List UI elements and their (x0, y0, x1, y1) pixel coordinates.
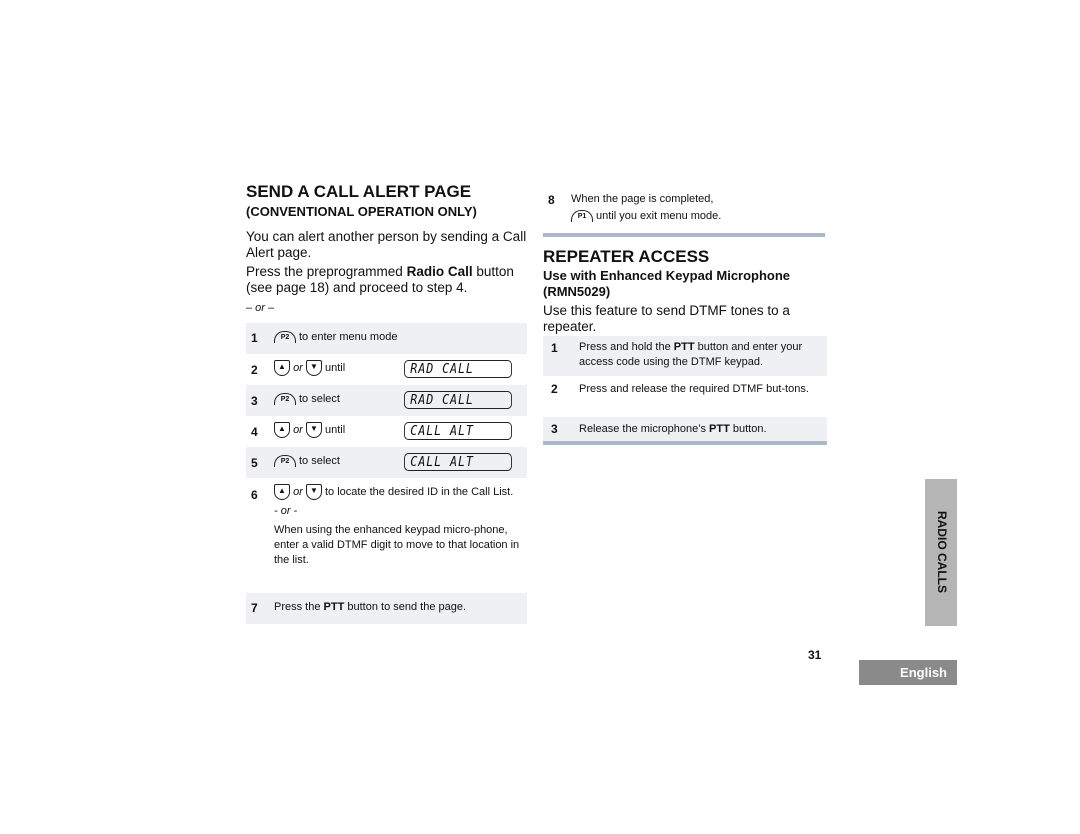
step-text: to locate the desired ID in the Call Lis… (324, 485, 514, 498)
step-text: When the page is completed, (571, 193, 714, 205)
step-row: 2 Press and release the required DTMF bu… (543, 376, 827, 416)
step-number: 8 (548, 193, 555, 207)
step-row: 5 P2 to select CALL ALT (246, 447, 527, 478)
step-number: 5 (251, 456, 258, 470)
step-number: 1 (551, 341, 558, 355)
down-arrow-icon: ▼ (305, 422, 322, 438)
step-row: 3 Release the microphone’s PTT button. (543, 417, 827, 441)
intro-paragraph: You can alert another person by sending … (246, 229, 527, 260)
step-row: 2 ▲ or ▼ until RAD CALL (246, 354, 527, 385)
step-number: 2 (551, 382, 558, 396)
or-text: or (293, 485, 303, 498)
step-text: to select (299, 393, 340, 405)
radio-call-paragraph: Press the preprogrammed Radio Call butto… (246, 264, 528, 296)
or-separator: – or – (246, 302, 275, 314)
divider (543, 441, 827, 445)
text: button to send the page. (344, 601, 467, 613)
section-subtitle: Use with Enhanced Keypad Microphone (RMN… (543, 268, 791, 299)
step-number: 6 (251, 488, 258, 502)
p1-button-icon: P1 (571, 210, 593, 223)
up-arrow-icon: ▲ (274, 360, 290, 376)
step-number: 7 (251, 601, 258, 615)
or-separator: - or - (274, 505, 298, 517)
side-tab-label: RADIO CALLS (935, 511, 949, 593)
step-text: until (324, 423, 346, 436)
step-text: to enter menu mode (299, 331, 398, 343)
lcd-display: RAD CALL (404, 391, 512, 409)
text: Press the preprogrammed (246, 264, 407, 279)
step-row: 1 P2 to enter menu mode (246, 323, 527, 354)
page-number: 31 (808, 648, 822, 662)
step-row: 3 P2 to select RAD CALL (246, 385, 527, 416)
step-number: 3 (251, 394, 258, 408)
step-row: 8 When the page is completed, P1 until you… (543, 190, 827, 230)
up-arrow-icon: ▲ (274, 422, 290, 438)
text: Press and hold the (579, 341, 674, 353)
step-text: Press and release the required DTMF but-… (579, 383, 809, 395)
divider (543, 233, 825, 237)
ptt-label: PTT (709, 423, 730, 435)
step-row: 4 ▲ or ▼ until CALL ALT (246, 416, 527, 447)
p2-button-icon: P2 (274, 393, 296, 406)
ptt-label: PTT (323, 601, 345, 613)
or-text: or (293, 423, 303, 436)
step-row: 6 ▲ or ▼ to locate the desired ID in the… (246, 478, 527, 593)
step-number: 2 (251, 363, 258, 377)
section-title: SEND A CALL ALERT PAGE (246, 182, 472, 201)
step-text: When using the enhanced keypad micro-pho… (274, 524, 520, 566)
down-arrow-icon: ▼ (305, 360, 322, 376)
lcd-display: CALL ALT (404, 453, 512, 471)
step-row: 1 Press and hold the PTT button and ente… (543, 336, 827, 376)
step-number: 4 (251, 425, 258, 439)
section-title: REPEATER ACCESS (543, 247, 710, 266)
p2-button-icon: P2 (274, 331, 296, 344)
step-text: until (324, 361, 346, 374)
step-number: 1 (251, 331, 258, 345)
up-arrow-icon: ▲ (274, 484, 290, 500)
down-arrow-icon: ▼ (305, 484, 322, 500)
text: Release the microphone’s (579, 423, 710, 435)
step-row: 7 Press the PTT button to send the page. (246, 593, 527, 624)
ptt-label: PTT (673, 341, 695, 353)
step-number: 3 (551, 422, 558, 436)
text: button. (729, 423, 767, 435)
lcd-display: CALL ALT (404, 422, 512, 440)
p2-button-icon: P2 (274, 455, 296, 468)
step-text: to select (299, 455, 340, 467)
lcd-display: RAD CALL (404, 360, 512, 378)
side-tab: RADIO CALLS (925, 479, 957, 626)
or-text: or (293, 361, 303, 374)
step-text: until you exit menu mode. (596, 210, 722, 222)
radio-call-label: Radio Call (406, 264, 473, 279)
intro-paragraph: Use this feature to send DTMF tones to a… (543, 303, 790, 334)
section-subtitle: (CONVENTIONAL OPERATION ONLY) (246, 204, 477, 219)
language-tab: English (859, 660, 957, 685)
text: Press the (274, 601, 324, 613)
